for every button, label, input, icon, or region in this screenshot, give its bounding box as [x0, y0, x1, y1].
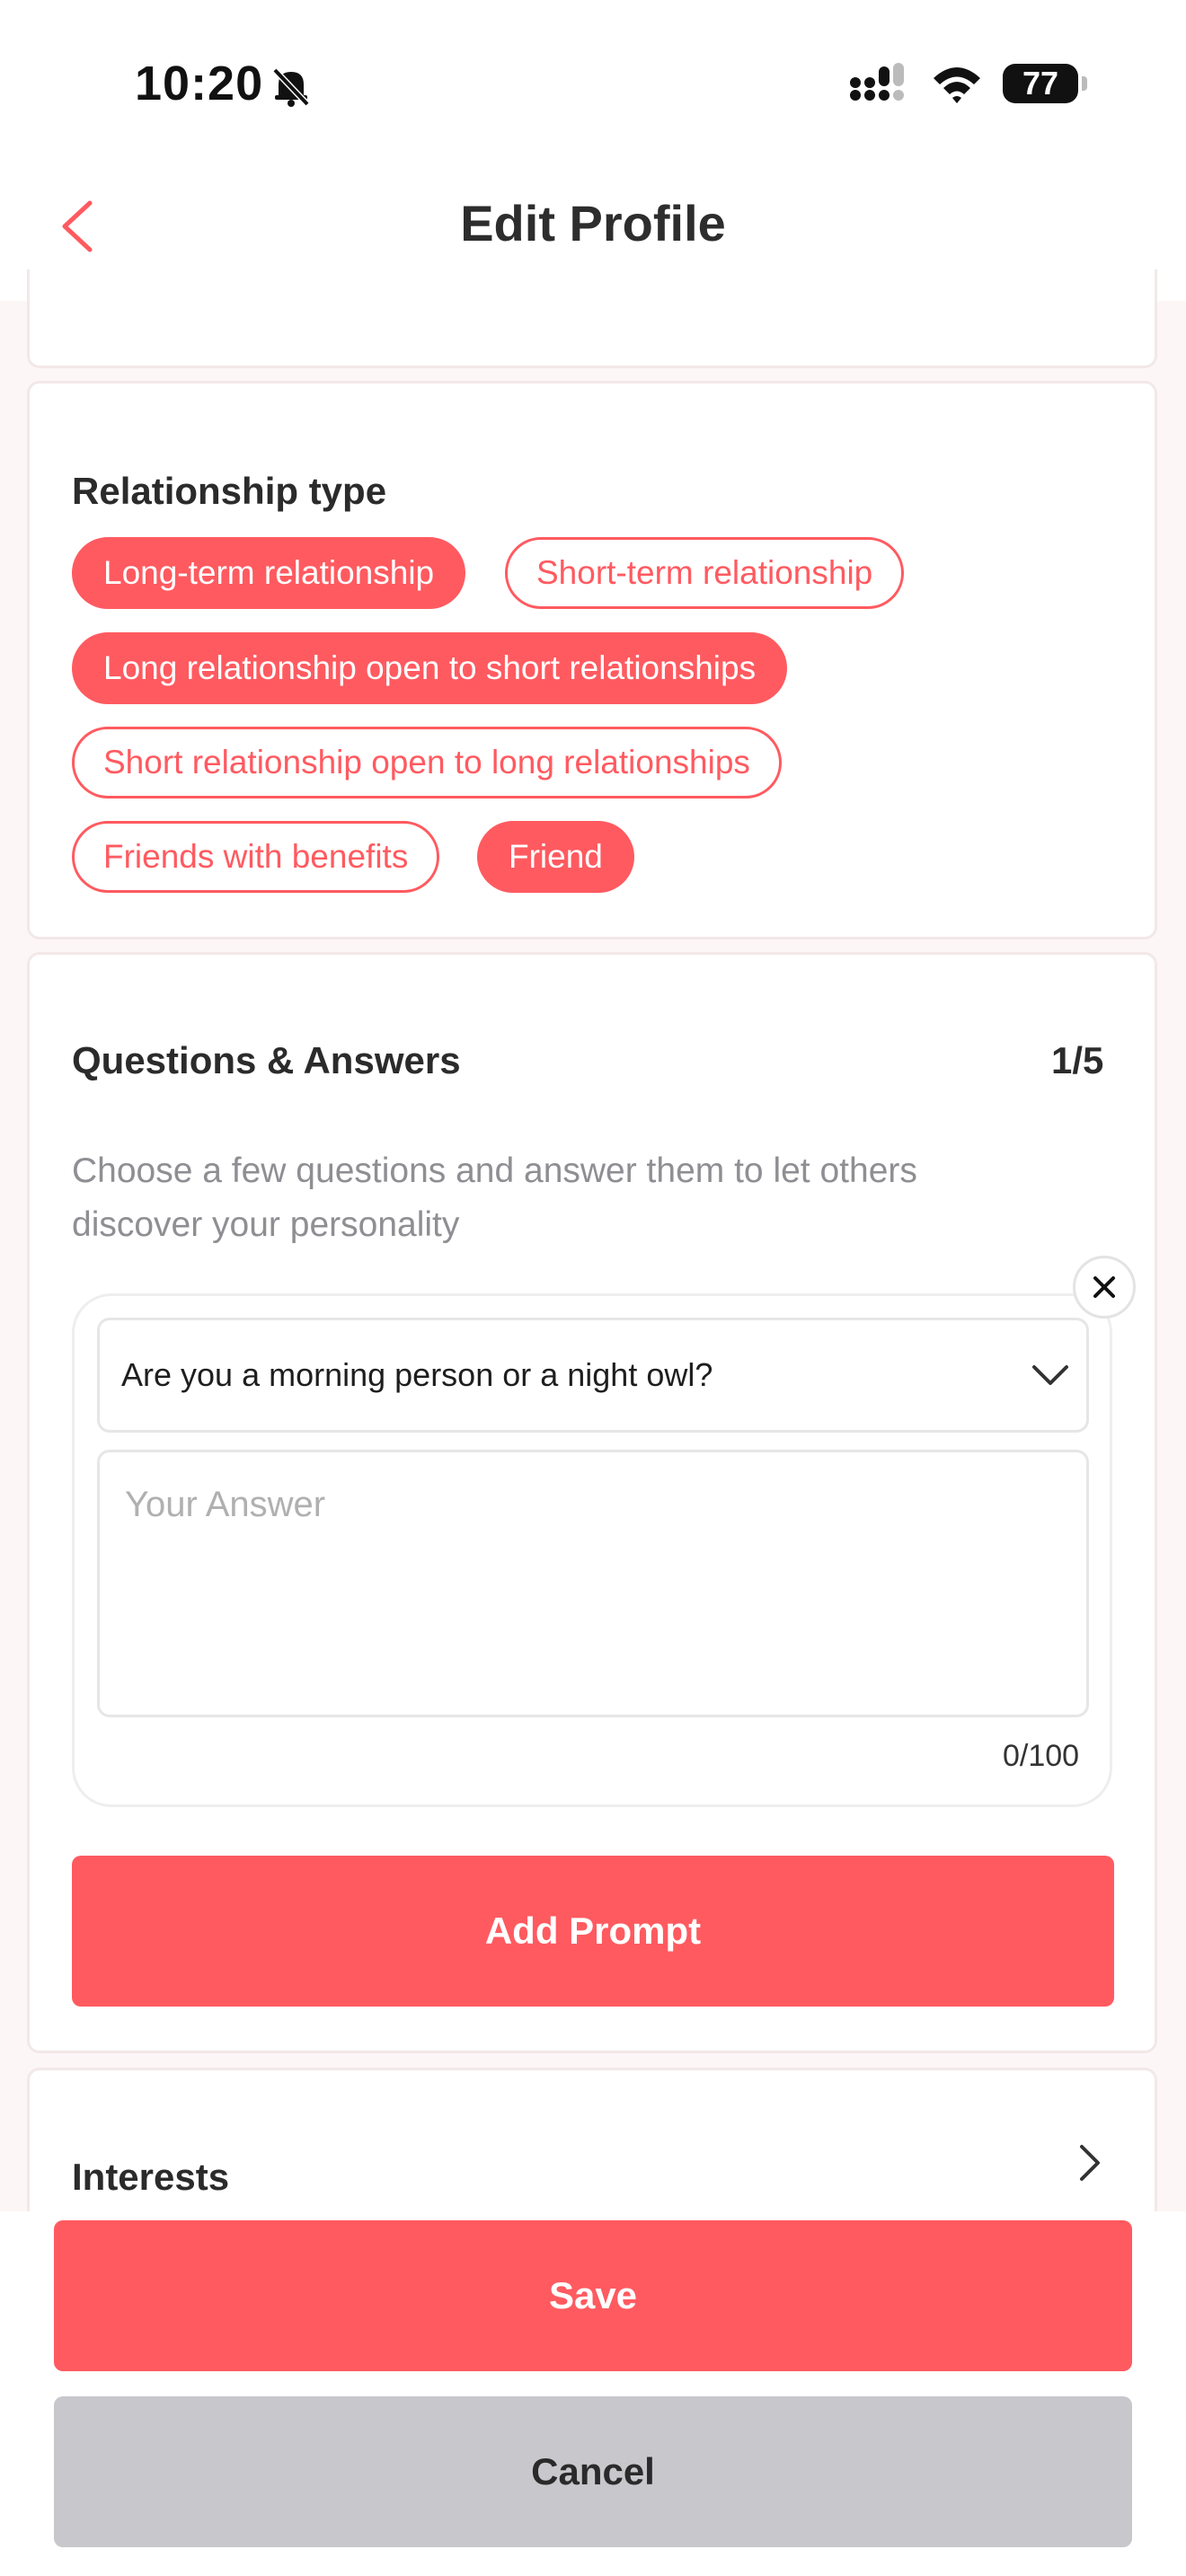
interests-title: Interests [72, 2156, 230, 2198]
save-button[interactable]: Save [54, 2220, 1132, 2371]
chip-short-term[interactable]: Short-term relationship [505, 537, 905, 609]
bell-slash-icon [272, 67, 310, 107]
qa-description-line-2: discover your personality [72, 1205, 460, 1244]
add-prompt-button[interactable]: Add Prompt [72, 1856, 1114, 2007]
qa-description-line-1: Choose a few questions and answer them t… [72, 1151, 917, 1190]
answer-input[interactable]: Your Answer [97, 1450, 1089, 1717]
question-select[interactable]: Are you a morning person or a night owl? [97, 1318, 1089, 1433]
qa-title: Questions & Answers [72, 1039, 461, 1081]
chip-long-term[interactable]: Long-term relationship [72, 537, 466, 609]
remove-prompt-button[interactable] [1073, 1256, 1136, 1319]
question-select-value: Are you a morning person or a night owl? [121, 1356, 713, 1393]
qa-count: 1/5 [1051, 1039, 1104, 1081]
answer-counter: 0/100 [1003, 1739, 1080, 1773]
relationship-title: Relationship type [72, 470, 387, 512]
status-time: 10:20 [135, 57, 264, 110]
chip-short-open-long[interactable]: Short relationship open to long relation… [72, 727, 782, 798]
answer-placeholder: Your Answer [125, 1485, 326, 1524]
previous-section-card [27, 269, 1157, 368]
wifi-icon [934, 67, 980, 103]
chevron-down-icon [1032, 1365, 1068, 1385]
battery-level: 77 [1022, 65, 1059, 101]
chip-friends-with-benefits[interactable]: Friends with benefits [72, 821, 440, 893]
status-icons: 77 [850, 63, 1087, 104]
chip-friend[interactable]: Friend [477, 821, 634, 893]
close-icon [1093, 1276, 1115, 1298]
signal-icon [850, 63, 904, 101]
cancel-button[interactable]: Cancel [54, 2396, 1132, 2547]
page-title: Edit Profile [460, 195, 726, 251]
battery-icon: 77 [1003, 64, 1087, 103]
chip-long-open-short[interactable]: Long relationship open to short relation… [72, 632, 788, 704]
chevron-right-icon[interactable] [1078, 2143, 1103, 2183]
